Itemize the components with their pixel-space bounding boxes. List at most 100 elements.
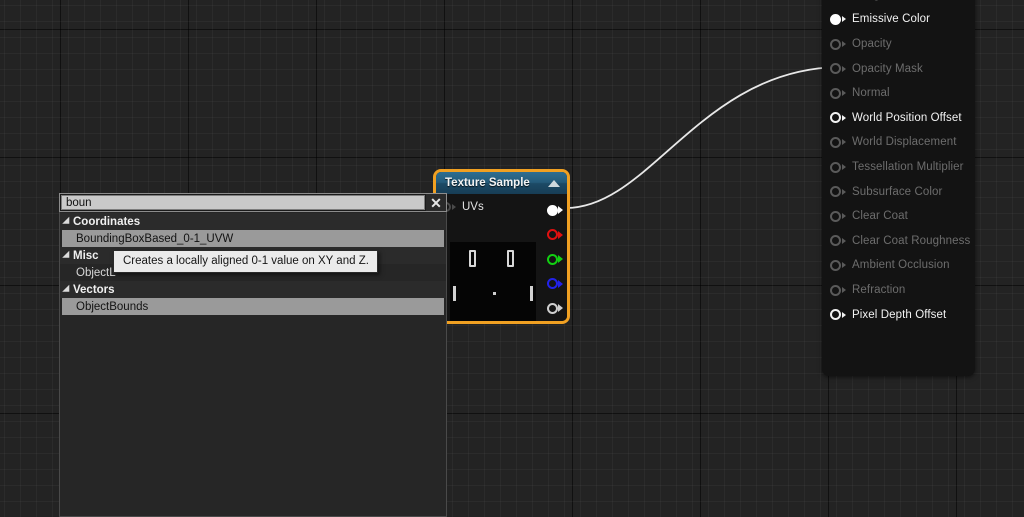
search-input[interactable]: boun xyxy=(61,195,425,210)
preview-ball xyxy=(493,292,496,295)
pin-arrow-icon xyxy=(558,230,563,239)
pin-arrow-icon xyxy=(842,90,846,97)
texture-sample-output-pins xyxy=(541,198,563,321)
mat-pin-refraction[interactable]: Refraction xyxy=(822,278,975,303)
pin-circle-icon[interactable] xyxy=(830,161,841,173)
output-pin-g[interactable] xyxy=(541,247,563,272)
palette-category-coordinates[interactable]: Coordinates xyxy=(60,213,446,230)
chevron-down-icon[interactable] xyxy=(62,216,73,227)
category-label: Vectors xyxy=(73,283,115,296)
output-pin-b[interactable] xyxy=(541,272,563,297)
pin-circle-icon[interactable] xyxy=(547,302,558,314)
pin-circle-icon[interactable] xyxy=(830,309,841,321)
category-label: Coordinates xyxy=(73,215,141,228)
mat-pin-label: Opacity Mask xyxy=(852,62,923,75)
mat-pin-world-displacement[interactable]: World Displacement xyxy=(822,130,975,155)
pin-circle-icon[interactable] xyxy=(547,204,558,216)
mat-pin-label: Roughness xyxy=(852,0,911,1)
pin-circle-icon[interactable] xyxy=(830,210,841,222)
mat-pin-emissive-color[interactable]: Emissive Color xyxy=(822,7,975,32)
close-icon[interactable]: ✕ xyxy=(426,194,446,211)
palette-search-bar[interactable]: boun ✕ xyxy=(59,193,447,212)
pin-arrow-icon xyxy=(558,304,563,313)
wire-rgb-to-emissive xyxy=(565,66,839,209)
pin-circle-icon[interactable] xyxy=(830,38,841,50)
output-pin-rgb[interactable] xyxy=(541,198,563,223)
pin-arrow-icon xyxy=(558,279,563,288)
pin-circle-icon[interactable] xyxy=(547,278,558,290)
preview-score-right xyxy=(507,250,514,267)
pin-arrow-icon xyxy=(558,206,563,215)
pin-arrow-icon xyxy=(842,164,846,171)
chevron-down-icon[interactable] xyxy=(62,250,73,261)
mat-pin-label: Ambient Occlusion xyxy=(852,259,950,272)
mat-pin-label: Emissive Color xyxy=(852,13,931,26)
pin-arrow-icon xyxy=(842,65,846,72)
pin-circle-icon[interactable] xyxy=(830,259,841,271)
mat-pin-clear-coat-roughness[interactable]: Clear Coat Roughness xyxy=(822,229,975,254)
mat-pin-label: Clear Coat Roughness xyxy=(852,234,971,247)
tooltip-text: Creates a locally aligned 0-1 value on X… xyxy=(123,255,369,267)
palette-item-boundingboxbased[interactable]: BoundingBoxBased_0-1_UVW xyxy=(62,230,444,247)
tooltip: Creates a locally aligned 0-1 value on X… xyxy=(113,250,378,273)
pin-circle-icon[interactable] xyxy=(830,63,841,75)
mat-pin-label: Refraction xyxy=(852,284,906,297)
pin-circle-icon[interactable] xyxy=(830,112,841,124)
texture-sample-body: UVs xyxy=(436,194,567,321)
pin-arrow-icon xyxy=(842,262,846,269)
pin-arrow-icon xyxy=(842,311,846,318)
pin-circle-icon[interactable] xyxy=(547,229,558,241)
preview-paddle-left xyxy=(453,286,456,301)
palette-item-label: ObjectBounds xyxy=(76,300,149,313)
mat-pin-ambient-occlusion[interactable]: Ambient Occlusion xyxy=(822,253,975,278)
pin-arrow-icon xyxy=(842,139,846,146)
pin-circle-icon[interactable] xyxy=(830,87,841,99)
texture-sample-title-bar[interactable]: Texture Sample xyxy=(436,172,567,194)
mat-pin-label: World Position Offset xyxy=(852,111,962,124)
pin-arrow-icon xyxy=(842,188,846,195)
pin-circle-icon[interactable] xyxy=(830,13,841,25)
texture-sample-node[interactable]: Texture Sample UVs xyxy=(433,169,570,324)
pin-arrow-icon xyxy=(842,213,846,220)
mat-pin-label: Normal xyxy=(852,87,890,100)
material-graph-canvas[interactable]: Specular Roughness Emissive Color Opacit… xyxy=(0,0,1024,517)
pin-circle-icon[interactable] xyxy=(830,186,841,198)
mat-pin-tessellation-multiplier[interactable]: Tessellation Multiplier xyxy=(822,155,975,180)
mat-pin-subsurface-color[interactable]: Subsurface Color xyxy=(822,179,975,204)
palette-item-objectbounds[interactable]: ObjectBounds xyxy=(62,298,444,315)
mat-pin-roughness[interactable]: Roughness xyxy=(822,0,975,7)
mat-pin-label: Clear Coat xyxy=(852,210,908,223)
pin-circle-icon[interactable] xyxy=(830,136,841,148)
mat-pin-opacity-mask[interactable]: Opacity Mask xyxy=(822,56,975,81)
pin-arrow-icon xyxy=(558,255,563,264)
pin-arrow-icon xyxy=(842,16,846,23)
pin-arrow-icon xyxy=(842,287,846,294)
palette-item-label: BoundingBoxBased_0-1_UVW xyxy=(76,232,234,245)
texture-preview-thumbnail xyxy=(450,242,536,321)
mat-pin-opacity[interactable]: Opacity xyxy=(822,32,975,57)
pin-circle-icon[interactable] xyxy=(830,235,841,247)
material-output-node[interactable]: Specular Roughness Emissive Color Opacit… xyxy=(822,0,975,376)
triangle-up-icon[interactable] xyxy=(548,179,560,187)
mat-pin-pixel-depth-offset[interactable]: Pixel Depth Offset xyxy=(822,302,975,327)
pin-arrow-icon xyxy=(842,114,846,121)
chevron-down-icon[interactable] xyxy=(62,284,73,295)
mat-pin-label: Pixel Depth Offset xyxy=(852,308,947,321)
pin-arrow-icon xyxy=(842,41,846,48)
mat-pin-normal[interactable]: Normal xyxy=(822,81,975,106)
category-label: Misc xyxy=(73,249,99,262)
mat-pin-label: Opacity xyxy=(852,38,892,51)
mat-pin-label: World Displacement xyxy=(852,136,957,149)
palette-category-vectors[interactable]: Vectors xyxy=(60,281,446,298)
output-pin-a[interactable] xyxy=(541,296,563,321)
mat-pin-world-position-offset[interactable]: World Position Offset xyxy=(822,106,975,131)
palette-item-label: ObjectL xyxy=(76,266,116,279)
pin-arrow-icon xyxy=(452,203,456,210)
pin-arrow-icon xyxy=(842,237,846,244)
mat-pin-clear-coat[interactable]: Clear Coat xyxy=(822,204,975,229)
preview-paddle-right xyxy=(530,286,533,301)
pin-circle-icon[interactable] xyxy=(547,253,558,265)
texture-sample-title: Texture Sample xyxy=(445,177,530,189)
pin-circle-icon[interactable] xyxy=(830,284,841,296)
output-pin-r[interactable] xyxy=(541,223,563,248)
